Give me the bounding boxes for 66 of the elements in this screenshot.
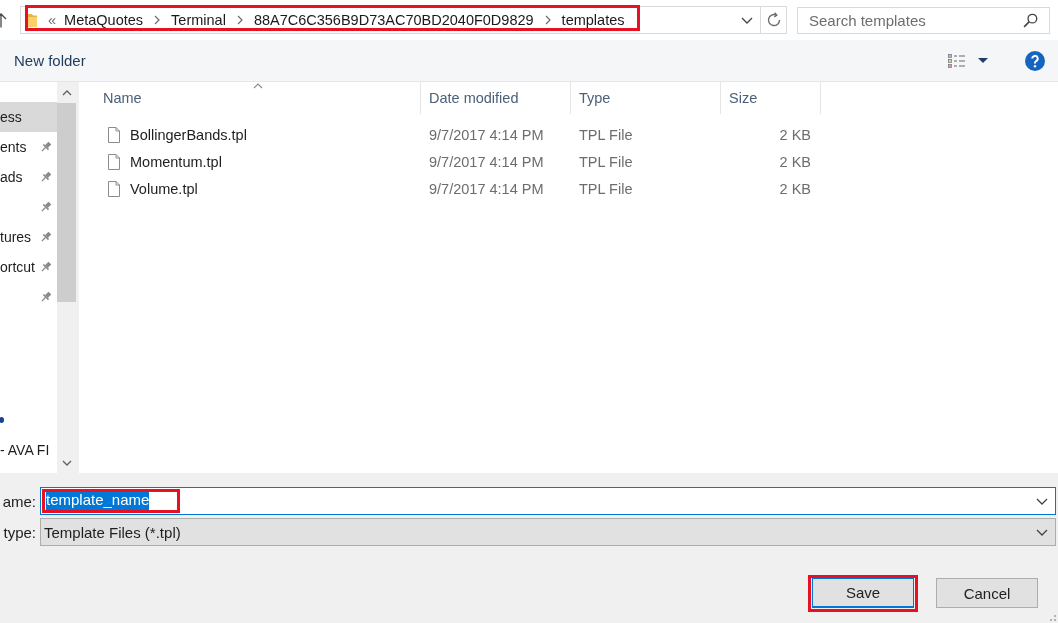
chevron-down-icon[interactable] (741, 16, 753, 24)
breadcrumb-item[interactable]: templates (561, 12, 625, 28)
pin-icon[interactable] (40, 291, 52, 303)
nav-item[interactable]: - AVA FI (0, 435, 57, 465)
save-button[interactable]: Save (812, 578, 914, 608)
nav-item[interactable]: tures (0, 222, 57, 252)
search-icon[interactable] (1023, 12, 1038, 28)
file-icon (108, 180, 120, 197)
refresh-icon (765, 12, 782, 28)
pin-icon[interactable] (40, 201, 52, 213)
nav-item[interactable]: ess (0, 102, 57, 132)
date-cell-text: 9/7/2017 4:14 PM (428, 153, 545, 170)
pin-icon[interactable] (40, 141, 52, 153)
file-type-dropdown[interactable]: Template Files (*.tpl) (40, 518, 1056, 546)
file-row[interactable]: BollingerBands.tpl 9/7/2017 4:14 PM TPL File 2 KB (95, 121, 1058, 148)
breadcrumb-item[interactable]: MetaQuotes (64, 12, 144, 28)
chevron-right-icon (544, 15, 551, 25)
resize-grip-icon[interactable] (1050, 615, 1056, 621)
chevron-right-icon (236, 15, 243, 25)
file-name-field[interactable]: template_name (40, 487, 1056, 515)
column-header[interactable]: Name (95, 82, 421, 114)
date-cell-text: 9/7/2017 4:14 PM (428, 126, 545, 143)
pin-icon[interactable] (40, 231, 52, 243)
type-cell-text: TPL File (578, 126, 634, 143)
column-header[interactable]: Size (721, 82, 821, 114)
caret-down-icon[interactable] (978, 58, 988, 63)
size-cell-text: 2 KB (778, 180, 812, 197)
field-value: template_name (46, 491, 150, 511)
size-cell-text: 2 KB (778, 153, 812, 170)
nav-item[interactable]: ortcut (0, 252, 57, 282)
chevron-down-icon[interactable] (1036, 497, 1048, 505)
type-cell-text: TPL File (578, 180, 634, 197)
field-label: ame: (1, 492, 36, 510)
pin-icon[interactable] (40, 261, 52, 273)
column-header[interactable]: Date modified (421, 82, 571, 114)
breadcrumb-item[interactable]: 88A7C6C356B9D73AC70BD2040F0D9829 (253, 12, 534, 28)
nav-item[interactable]: ents (0, 132, 57, 162)
file-name: Volume.tpl (130, 180, 198, 197)
chevron-right-icon (154, 15, 161, 25)
file-name: BollingerBands.tpl (130, 126, 247, 143)
date-cell-text: 9/7/2017 4:14 PM (428, 180, 545, 197)
folder-icon (27, 13, 37, 27)
file-row[interactable]: Momentum.tpl 9/7/2017 4:14 PM TPL File 2 KB (95, 148, 1058, 175)
nav-item[interactable]: ads (0, 162, 57, 192)
search-field[interactable]: Search templates (797, 6, 1050, 34)
scrollbar-track[interactable] (57, 82, 78, 473)
details-view-icon[interactable] (948, 53, 966, 68)
scrollbar-thumb[interactable] (57, 103, 76, 302)
file-icon (108, 126, 120, 143)
file-row[interactable]: Volume.tpl 9/7/2017 4:14 PM TPL File 2 KB (95, 175, 1058, 202)
field-label: type: (2, 523, 36, 541)
file-name: Momentum.tpl (130, 153, 222, 170)
address-bar[interactable]: « MetaQuotes Terminal 88A7C6C356B9D73AC70BD2040F0D9829 templates (20, 6, 787, 34)
type-cell-text: TPL File (578, 153, 634, 170)
column-header[interactable]: Type (571, 82, 721, 114)
breadcrumb-overflow[interactable]: « (48, 12, 57, 28)
pin-icon[interactable] (40, 171, 52, 183)
scroll-down-icon[interactable] (61, 459, 72, 466)
cancel-button[interactable]: Cancel (936, 578, 1038, 608)
chevron-down-icon (1036, 528, 1048, 536)
file-icon (108, 153, 120, 170)
size-cell-text: 2 KB (778, 126, 812, 143)
scroll-up-icon[interactable] (61, 89, 72, 96)
help-icon[interactable] (1025, 50, 1045, 71)
breadcrumb-item[interactable]: Terminal (171, 12, 226, 28)
new-folder-button[interactable]: New folder (14, 52, 86, 69)
